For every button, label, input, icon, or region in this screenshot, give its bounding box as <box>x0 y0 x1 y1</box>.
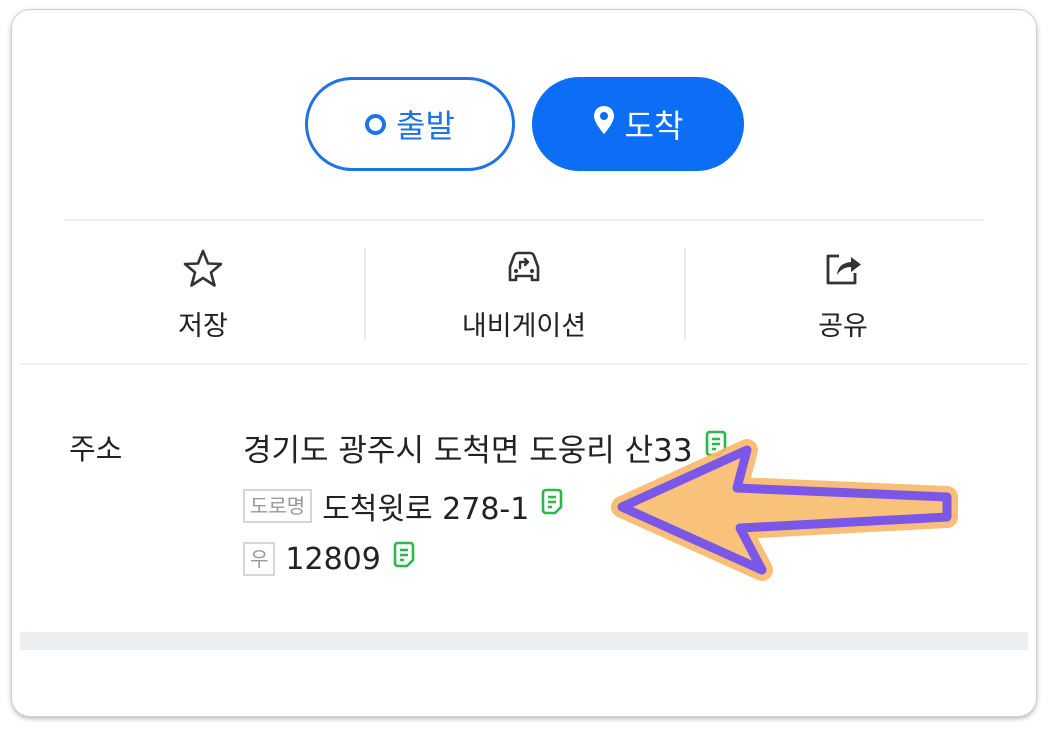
section-separator <box>20 632 1028 650</box>
start-button[interactable]: 출발 <box>305 77 515 171</box>
copy-icon[interactable] <box>539 487 565 525</box>
arrive-button[interactable]: 도착 <box>532 77 744 171</box>
location-pin-icon <box>593 105 615 143</box>
copy-icon[interactable] <box>391 540 417 578</box>
jibun-address: 경기도 광주시 도척면 도웅리 산33 <box>243 425 729 470</box>
origin-dot-icon <box>365 113 387 135</box>
road-address-text: 도척윗로 278-1 <box>322 492 530 527</box>
divider <box>20 363 1028 365</box>
save-label: 저장 <box>178 311 228 342</box>
navigation-action[interactable]: 내비게이션 <box>379 244 669 354</box>
vertical-divider <box>364 248 366 340</box>
vertical-divider <box>684 248 686 340</box>
share-icon <box>821 244 865 294</box>
navigation-label: 내비게이션 <box>461 311 587 342</box>
share-action[interactable]: 공유 <box>698 244 988 354</box>
road-name-tag: 도로명 <box>243 489 313 523</box>
postal-code-text: 12809 <box>285 541 381 577</box>
address-label: 주소 <box>69 432 123 466</box>
jibun-address-text: 경기도 광주시 도척면 도웅리 산33 <box>243 433 693 469</box>
save-action[interactable]: 저장 <box>58 244 348 354</box>
star-icon <box>181 244 225 294</box>
divider <box>64 219 984 221</box>
copy-icon[interactable] <box>703 429 729 467</box>
postal-code: 우 12809 <box>243 540 417 578</box>
share-label: 공유 <box>818 311 868 342</box>
start-button-label: 출발 <box>396 107 455 145</box>
car-navigation-icon <box>502 244 546 294</box>
postal-tag: 우 <box>243 542 276 576</box>
arrive-button-label: 도착 <box>624 107 684 145</box>
road-address: 도로명 도척윗로 278-1 <box>243 484 565 528</box>
place-detail-card: 출발 도착 저장 내비게이션 공유 주소 경기도 광주시 도척면 도웅리 산33… <box>12 10 1036 716</box>
